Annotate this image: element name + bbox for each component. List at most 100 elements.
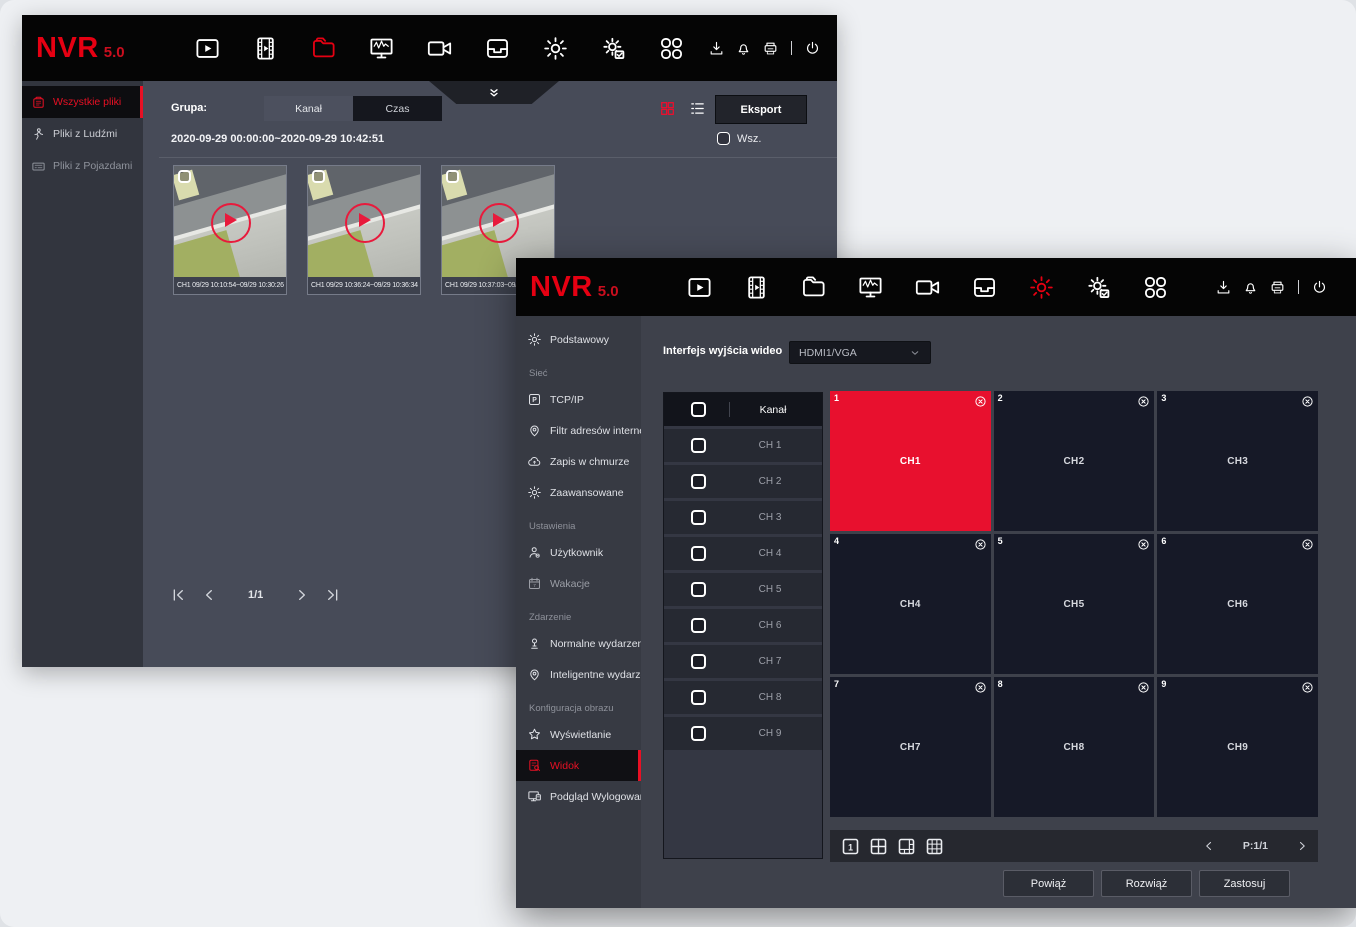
grid-cell-ch5[interactable]: 5 CH5 — [994, 534, 1155, 674]
powiaz-button[interactable]: Powiąż — [1003, 870, 1094, 897]
layout-grid9-icon[interactable] — [924, 836, 945, 857]
tray-nav-button[interactable] — [971, 274, 998, 301]
file-checkbox[interactable] — [446, 170, 459, 183]
collapse-panel-tab[interactable] — [429, 81, 559, 104]
channel-row-ch-3[interactable]: CH 3 — [664, 501, 822, 534]
grid-cell-ch1[interactable]: 1 CH1 — [830, 391, 991, 531]
channel-checkbox[interactable] — [691, 726, 706, 741]
channel-row-ch-2[interactable]: CH 2 — [664, 465, 822, 498]
sidebar-item-pliki-z-pojazdami[interactable]: Pliki z Pojazdami — [22, 150, 143, 182]
sidebar-item-normalne-wydarzenie[interactable]: Normalne wydarzenie — [516, 628, 641, 659]
channel-row-ch-9[interactable]: CH 9 — [664, 717, 822, 750]
sidebar-item-wakacje[interactable]: 7Wakacje — [516, 568, 641, 599]
layout-single-icon[interactable]: 1 — [840, 836, 861, 857]
play-overlay-icon[interactable] — [345, 203, 385, 243]
sidebar-item-uzytkownik[interactable]: Użytkownik — [516, 537, 641, 568]
rozwiaz-button[interactable]: Rozwiąż — [1101, 870, 1192, 897]
apps-grid-nav-button[interactable] — [658, 35, 685, 62]
sidebar-item-wszystkie-pliki[interactable]: Wszystkie pliki — [22, 86, 143, 118]
download-button[interactable] — [708, 40, 725, 57]
grid-cell-ch7[interactable]: 7 CH7 — [830, 677, 991, 817]
group-by-time-button[interactable]: Czas — [353, 96, 442, 121]
sidebar-item-podglad-wylogowania[interactable]: Podgląd Wylogowania — [516, 781, 641, 812]
monitor-wave-nav-button[interactable] — [368, 35, 395, 62]
channel-checkbox[interactable] — [691, 474, 706, 489]
monitor-wave-nav-button[interactable] — [857, 274, 884, 301]
camera-nav-button[interactable] — [426, 35, 453, 62]
channel-row-ch-4[interactable]: CH 4 — [664, 537, 822, 570]
grid-cell-ch4[interactable]: 4 CH4 — [830, 534, 991, 674]
printer-button[interactable] — [762, 40, 779, 57]
folder-nav-button[interactable] — [310, 35, 337, 62]
apps-grid-nav-button[interactable] — [1142, 274, 1169, 301]
channel-checkbox[interactable] — [691, 690, 706, 705]
play-overlay-icon[interactable] — [211, 203, 251, 243]
channel-row-ch-6[interactable]: CH 6 — [664, 609, 822, 642]
layout-mixed-icon[interactable] — [896, 836, 917, 857]
previous-page-icon[interactable] — [201, 587, 217, 603]
channel-checkbox[interactable] — [691, 618, 706, 633]
select-all-channels-checkbox[interactable] — [691, 402, 706, 417]
channel-row-ch-7[interactable]: CH 7 — [664, 645, 822, 678]
group-by-channel-button[interactable]: Kanał — [264, 96, 353, 121]
play-overlay-icon[interactable] — [479, 203, 519, 243]
select-all-checkbox[interactable] — [717, 132, 730, 145]
bell-button[interactable] — [735, 40, 752, 57]
settings-gear-nav-button[interactable] — [542, 35, 569, 62]
maintenance-gear-nav-button[interactable] — [1085, 274, 1112, 301]
file-checkbox[interactable] — [178, 170, 191, 183]
grid-next-page-icon[interactable] — [1296, 840, 1308, 852]
download-button[interactable] — [1215, 279, 1232, 296]
sidebar-item-zapis-w-chmurze[interactable]: Zapis w chmurze — [516, 446, 641, 477]
camera-nav-button[interactable] — [914, 274, 941, 301]
bell-button[interactable] — [1242, 279, 1259, 296]
channel-checkbox[interactable] — [691, 654, 706, 669]
play-nav-button[interactable] — [686, 274, 713, 301]
settings-gear-nav-button[interactable] — [1028, 274, 1055, 301]
grid-cell-ch3[interactable]: 3 CH3 — [1157, 391, 1318, 531]
file-thumbnail[interactable]: CH1 09/29 10:36:24~09/29 10:36:34 — [307, 165, 421, 295]
channel-row-ch-5[interactable]: CH 5 — [664, 573, 822, 606]
sidebar-item-zaawansowane[interactable]: Zaawansowane — [516, 477, 641, 508]
grid-cell-ch2[interactable]: 2 CH2 — [994, 391, 1155, 531]
first-page-icon[interactable] — [170, 587, 186, 603]
sidebar-item-podstawowy[interactable]: Podstawowy — [516, 324, 641, 355]
maintenance-gear-nav-button[interactable] — [600, 35, 627, 62]
printer-button[interactable] — [1269, 279, 1286, 296]
power-button[interactable] — [1311, 279, 1328, 296]
sidebar-item-inteligentne-wydarze[interactable]: Inteligentne wydarze... — [516, 659, 641, 690]
sidebar-item-filtr-adresow-internet[interactable]: Filtr adresów internet... — [516, 415, 641, 446]
pin-icon — [527, 667, 542, 682]
video-output-select[interactable]: HDMI1/VGA — [789, 341, 931, 364]
power-button[interactable] — [804, 40, 821, 57]
playback-nav-button[interactable] — [743, 274, 770, 301]
layout-quad-icon[interactable] — [868, 836, 889, 857]
play-nav-button[interactable] — [194, 35, 221, 62]
grid-prev-page-icon[interactable] — [1203, 840, 1215, 852]
tray-nav-button[interactable] — [484, 35, 511, 62]
next-page-icon[interactable] — [294, 587, 310, 603]
folder-nav-button[interactable] — [800, 274, 827, 301]
grid-cell-ch9[interactable]: 9 CH9 — [1157, 677, 1318, 817]
grid-view-icon[interactable] — [659, 100, 676, 117]
grid-cell-ch8[interactable]: 8 CH8 — [994, 677, 1155, 817]
sidebar-item-tcp-ip[interactable]: PTCP/IP — [516, 384, 641, 415]
grid-cell-ch6[interactable]: 6 CH6 — [1157, 534, 1318, 674]
channel-row-ch-1[interactable]: CH 1 — [664, 429, 822, 462]
sidebar-item-widok[interactable]: Widok — [516, 750, 641, 781]
channel-row-ch-8[interactable]: CH 8 — [664, 681, 822, 714]
sidebar-item-pliki-z-ludzmi[interactable]: Pliki z Ludźmi — [22, 118, 143, 150]
zastosuj-button[interactable]: Zastosuj — [1199, 870, 1290, 897]
export-button[interactable]: Eksport — [715, 95, 807, 124]
playback-nav-button[interactable] — [252, 35, 279, 62]
tray-icon — [484, 35, 511, 62]
channel-checkbox[interactable] — [691, 582, 706, 597]
last-page-icon[interactable] — [325, 587, 341, 603]
file-thumbnail[interactable]: CH1 09/29 10:10:54~09/29 10:30:26 — [173, 165, 287, 295]
file-checkbox[interactable] — [312, 170, 325, 183]
sidebar-item-wyswietlanie[interactable]: Wyświetlanie — [516, 719, 641, 750]
list-view-icon[interactable] — [689, 100, 706, 117]
channel-checkbox[interactable] — [691, 546, 706, 561]
channel-checkbox[interactable] — [691, 510, 706, 525]
channel-checkbox[interactable] — [691, 438, 706, 453]
